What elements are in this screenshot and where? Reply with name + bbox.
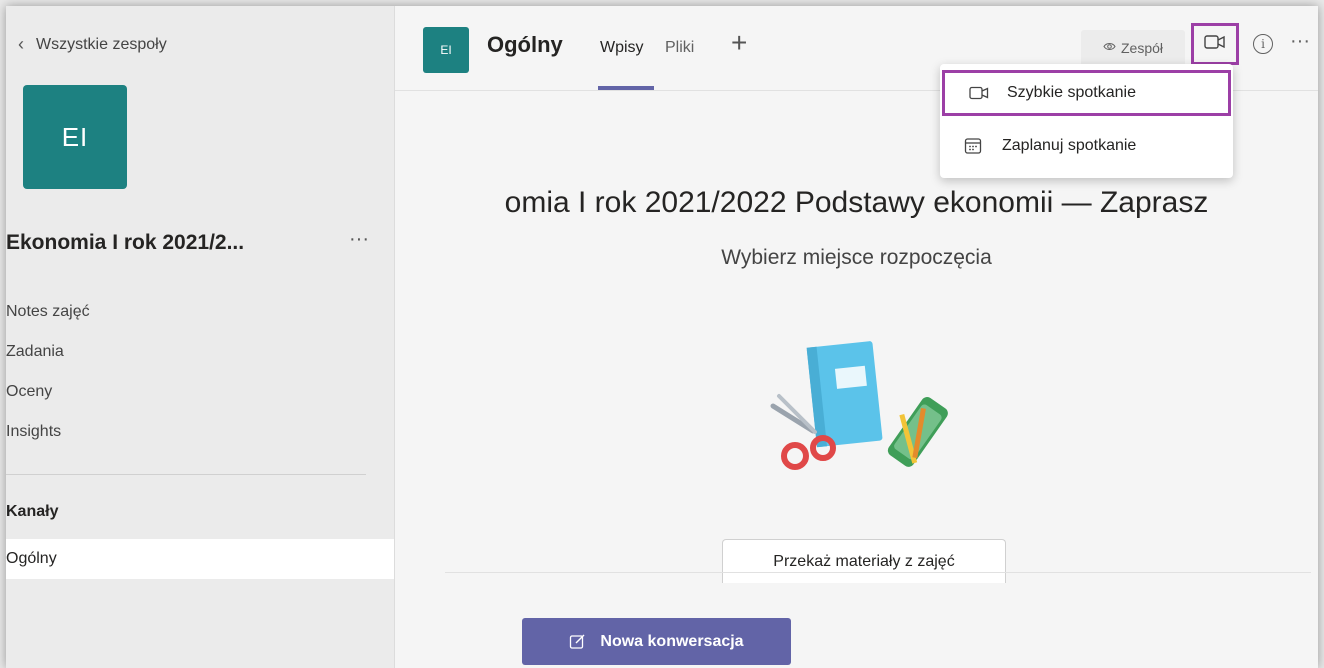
new-conversation-label: Nowa konwersacja (600, 632, 744, 650)
channel-item-general[interactable]: Ogólny (6, 539, 394, 579)
sidebar-item-class-notebook[interactable]: Notes zajęć (6, 303, 90, 321)
teams-window: ‹ Wszystkie zespoły EI Ekonomia I rok 20… (6, 6, 1318, 668)
active-tab-indicator (598, 86, 654, 90)
welcome-title: omia I rok 2021/2022 Podstawy ekonomii —… (504, 186, 1209, 219)
share-materials-button[interactable]: Przekaż materiały z zajęć (722, 539, 1006, 583)
welcome-subtitle: Wybierz miejsce rozpoczęcia (721, 246, 992, 269)
sidebar-item-assignments[interactable]: Zadania (6, 343, 64, 361)
channel-title: Ogólny (487, 32, 563, 57)
info-icon[interactable]: i (1253, 34, 1273, 54)
team-view-label: Zespół (1120, 40, 1164, 56)
sidebar-item-grades[interactable]: Oceny (6, 383, 52, 401)
video-camera-icon (1204, 34, 1226, 55)
notebook-scissors-illustration (770, 341, 948, 470)
all-teams-label: Wszystkie zespoły (36, 35, 167, 53)
sidebar-item-insights[interactable]: Insights (6, 423, 61, 441)
content-divider (445, 572, 1311, 573)
menu-item-schedule-label: Zaplanuj spotkanie (1002, 137, 1137, 154)
meet-button[interactable] (1191, 23, 1239, 65)
team-name: Ekonomia I rok 2021/2... (6, 231, 245, 254)
channel-label: Ogólny (6, 550, 57, 567)
eye-icon (1103, 42, 1116, 54)
team-sidebar: ‹ Wszystkie zespoły EI Ekonomia I rok 20… (6, 6, 395, 668)
new-conversation-button[interactable]: Nowa konwersacja (522, 618, 791, 665)
channels-heading: Kanały (6, 503, 59, 520)
tab-files[interactable]: Pliki (665, 39, 694, 57)
team-more-options-icon[interactable]: ··· (349, 228, 369, 251)
menu-item-meet-now[interactable]: Szybkie spotkanie (942, 70, 1231, 116)
calendar-icon (964, 137, 988, 155)
menu-item-meet-now-label: Szybkie spotkanie (1007, 84, 1136, 101)
channel-avatar: EI (423, 27, 469, 73)
video-camera-icon (969, 86, 993, 100)
chevron-left-icon: ‹ (18, 34, 24, 54)
team-view-button[interactable]: Zespół (1081, 30, 1185, 66)
compose-icon (569, 633, 586, 650)
more-options-icon[interactable]: ··· (1290, 30, 1310, 53)
tab-posts[interactable]: Wpisy (600, 39, 644, 57)
all-teams-link[interactable]: ‹ Wszystkie zespoły (18, 34, 167, 55)
meeting-dropdown-menu: Szybkie spotkanie Zaplanuj spotkanie (940, 64, 1233, 178)
menu-item-schedule-meeting[interactable]: Zaplanuj spotkanie (940, 123, 1233, 169)
add-tab-plus-icon[interactable]: + (731, 27, 747, 59)
sidebar-divider (6, 474, 366, 475)
team-avatar[interactable]: EI (23, 85, 127, 189)
